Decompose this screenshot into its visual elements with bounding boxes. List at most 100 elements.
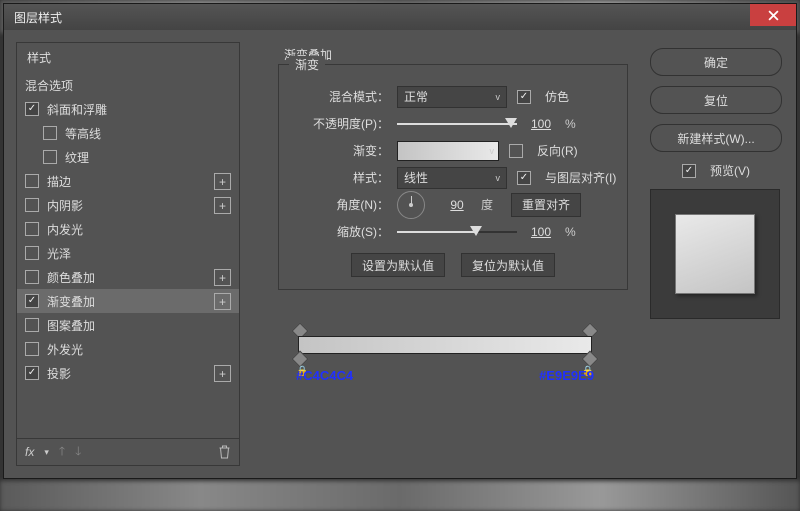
style-dropdown[interactable]: 线性 v [397,167,507,189]
checkbox-icon[interactable] [25,342,39,356]
dither-label: 仿色 [545,88,569,105]
styles-sidebar: 样式 混合选项 斜面和浮雕 等高线 纹理 [16,42,240,466]
opacity-label: 不透明度(P)： [289,115,397,132]
style-item-color-overlay[interactable]: 颜色叠加 + [17,265,239,289]
style-item-label: 斜面和浮雕 [47,101,107,118]
trash-icon[interactable] [218,445,231,459]
opacity-unit: % [565,117,576,131]
preview-thumbnail [650,189,780,319]
gradient-editor-bar[interactable]: 🔒 🔒 [298,326,592,362]
checkbox-icon[interactable] [25,270,39,284]
set-default-button[interactable]: 设置为默认值 [351,253,445,277]
gradient-picker[interactable]: v [397,141,499,161]
checkbox-icon[interactable] [25,318,39,332]
fieldset-legend: 渐变 [289,56,325,73]
checkbox-icon[interactable] [43,150,57,164]
slider-thumb-icon[interactable] [505,118,517,128]
close-icon [768,10,779,21]
hex-left-label: #C4C4C4 [296,368,353,383]
style-item-texture[interactable]: 纹理 [17,145,239,169]
blend-mode-label: 混合模式： [289,88,397,105]
chevron-down-icon: v [496,92,501,102]
style-item-inner-glow[interactable]: 内发光 [17,217,239,241]
scale-label: 缩放(S)： [289,223,397,240]
style-item-label: 投影 [47,365,71,382]
checkbox-icon[interactable] [25,246,39,260]
checkbox-icon[interactable] [25,174,39,188]
settings-panel: 渐变叠加 渐变 混合模式： 正常 v 仿色 不透明度(P)： [254,42,636,466]
style-item-contour[interactable]: 等高线 [17,121,239,145]
angle-label: 角度(N)： [289,196,397,213]
add-icon[interactable]: + [214,365,231,382]
checkbox-icon[interactable] [43,126,57,140]
sidebar-footer: fx ▾ 🡑 🡓 [16,438,240,466]
opacity-slider[interactable] [397,116,517,132]
checkbox-icon[interactable] [25,294,39,308]
reset-align-button[interactable]: 重置对齐 [511,193,581,217]
blending-options-label: 混合选项 [25,77,73,94]
reverse-checkbox[interactable] [509,144,523,158]
fx-menu[interactable]: fx [25,445,34,459]
reset-default-button[interactable]: 复位为默认值 [461,253,555,277]
reset-button[interactable]: 复位 [650,86,782,114]
style-item-gradient-overlay[interactable]: 渐变叠加 + [17,289,239,313]
opacity-value[interactable]: 100 [521,117,561,131]
add-icon[interactable]: + [214,173,231,190]
move-down-icon[interactable]: 🡓 [75,442,81,463]
chevron-down-icon: v [496,173,501,183]
move-up-icon[interactable]: 🡑 [59,442,65,463]
checkbox-icon[interactable] [25,222,39,236]
style-value: 线性 [404,169,428,186]
checkbox-icon[interactable] [25,198,39,212]
angle-value[interactable]: 90 [437,198,477,212]
add-icon[interactable]: + [214,293,231,310]
angle-unit: 度 [481,196,493,213]
style-item-bevel[interactable]: 斜面和浮雕 [17,97,239,121]
checkbox-icon[interactable] [25,102,39,116]
align-label: 与图层对齐(I) [545,169,616,186]
slider-thumb-icon[interactable] [470,226,482,236]
blending-options-header[interactable]: 混合选项 [17,73,239,97]
reverse-label: 反向(R) [537,142,578,159]
style-item-drop-shadow[interactable]: 投影 + [17,361,239,385]
style-item-satin[interactable]: 光泽 [17,241,239,265]
style-item-label: 颜色叠加 [47,269,95,286]
align-checkbox[interactable] [517,171,531,185]
style-item-label: 图案叠加 [47,317,95,334]
close-button[interactable] [750,4,796,26]
style-item-label: 光泽 [47,245,71,262]
preview-label: 预览(V) [710,162,750,179]
style-item-label: 内阴影 [47,197,83,214]
angle-dial[interactable] [397,191,425,219]
style-item-label: 描边 [47,173,71,190]
action-column: 确定 复位 新建样式(W)... 预览(V) [650,48,782,319]
window-title: 图层样式 [14,9,62,26]
scale-value[interactable]: 100 [521,225,561,239]
style-item-label: 渐变叠加 [47,293,95,310]
hex-right-label: #E9E9E9 [539,368,594,383]
style-item-pattern-overlay[interactable]: 图案叠加 [17,313,239,337]
titlebar: 图层样式 [3,3,797,31]
add-icon[interactable]: + [214,197,231,214]
style-item-label: 外发光 [47,341,83,358]
style-item-stroke[interactable]: 描边 + [17,169,239,193]
ok-button[interactable]: 确定 [650,48,782,76]
style-item-label: 内发光 [47,221,83,238]
new-style-button[interactable]: 新建样式(W)... [650,124,782,152]
blend-mode-value: 正常 [404,88,428,105]
preview-checkbox[interactable] [682,164,696,178]
style-item-label: 纹理 [65,149,89,166]
preview-swatch [675,214,755,294]
chevron-down-icon: v [490,146,495,156]
style-item-outer-glow[interactable]: 外发光 [17,337,239,361]
scale-slider[interactable] [397,224,517,240]
style-item-inner-shadow[interactable]: 内阴影 + [17,193,239,217]
dither-checkbox[interactable] [517,90,531,104]
checkbox-icon[interactable] [25,366,39,380]
style-label: 样式： [289,169,397,186]
chevron-down-icon[interactable]: ▾ [44,447,49,458]
blend-mode-dropdown[interactable]: 正常 v [397,86,507,108]
style-item-label: 等高线 [65,125,101,142]
styles-header: 样式 [16,42,240,73]
add-icon[interactable]: + [214,269,231,286]
